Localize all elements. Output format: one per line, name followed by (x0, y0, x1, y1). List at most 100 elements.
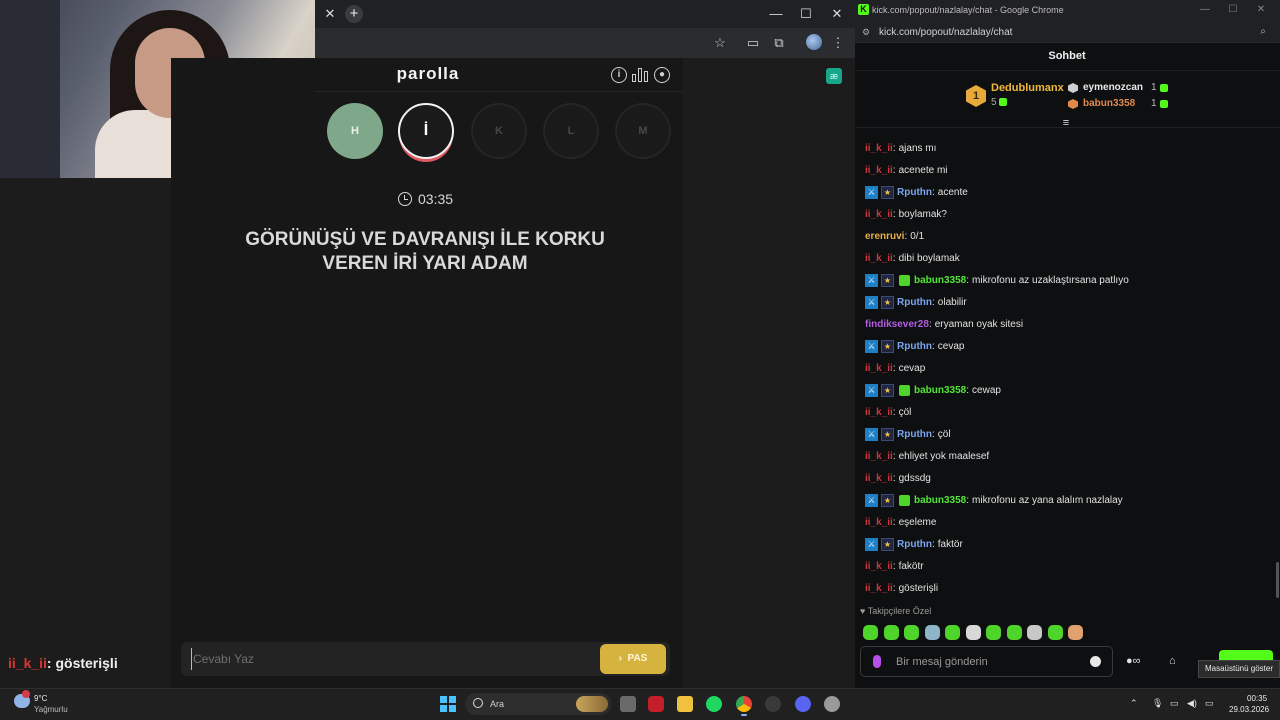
show-desktop-tooltip: Masaüstünü göster (1198, 660, 1280, 678)
chat-username[interactable]: ii_k_ii (865, 561, 893, 572)
new-tab-button[interactable]: + (345, 5, 363, 23)
weather-temperature[interactable]: 9°C (34, 694, 47, 703)
leaderboard-second-name[interactable]: eymenozcan (1083, 82, 1143, 93)
network-icon[interactable]: ▭ (1170, 698, 1179, 709)
chat-username[interactable]: Rputhn (897, 539, 932, 550)
chat-username[interactable]: Rputhn (897, 297, 932, 308)
clock-date[interactable]: 29.03.2026 (1229, 705, 1269, 714)
chat-username[interactable]: ii_k_ii (865, 407, 893, 418)
leaderboard-first-name[interactable]: Dedublumanx (991, 82, 1064, 94)
chat-username[interactable]: erenruvi (865, 231, 904, 242)
microphone-icon[interactable]: 🎙 (1152, 698, 1163, 709)
chat-username[interactable]: babun3358 (914, 495, 966, 506)
chat-minimize-icon[interactable]: — (1198, 3, 1212, 17)
chat-url[interactable]: kick.com/popout/nazlalay/chat (879, 27, 1012, 38)
chat-username[interactable]: ii_k_ii (865, 143, 893, 154)
tray-overflow-icon[interactable]: ⌃ (1130, 698, 1138, 709)
chrome-icon[interactable] (736, 696, 752, 712)
weather-description[interactable]: Yağmurlu (34, 705, 68, 714)
info-icon[interactable]: i (611, 67, 627, 83)
rewards-icon[interactable]: ●∞ (1126, 655, 1141, 668)
emote-icon[interactable] (945, 625, 960, 640)
close-tab-icon[interactable]: ✕ (322, 6, 338, 22)
chat-username[interactable]: Rputhn (897, 429, 932, 440)
pass-button[interactable]: › PAS (600, 644, 666, 674)
chat-maximize-icon[interactable]: ☐ (1226, 3, 1240, 17)
emoji-icon[interactable] (1090, 656, 1101, 667)
store-icon[interactable]: ⌂ (1169, 655, 1176, 668)
profile-avatar[interactable] (806, 34, 822, 50)
chat-username[interactable]: Rputhn (897, 187, 932, 198)
extensions-icon[interactable]: ⧉ (770, 34, 788, 52)
chat-username[interactable]: Rputhn (897, 341, 932, 352)
spotify-icon[interactable] (706, 696, 722, 712)
chat-username[interactable]: ii_k_ii (865, 473, 893, 484)
chat-username[interactable]: ii_k_ii (865, 165, 893, 176)
settings-icon[interactable] (824, 696, 840, 712)
vip-star-badge-icon: ★ (881, 185, 894, 199)
github-icon[interactable] (765, 696, 781, 712)
translate-icon[interactable]: ▭ (744, 34, 762, 52)
minimize-icon[interactable]: — (767, 5, 785, 23)
answer-input[interactable] (191, 648, 591, 670)
question-line-2: VEREN İRİ YARI ADAM (322, 253, 528, 274)
chat-badge-icon[interactable] (873, 655, 881, 668)
file-explorer-icon[interactable] (677, 696, 693, 712)
chat-username[interactable]: ii_k_ii (865, 583, 893, 594)
chat-username[interactable]: ii_k_ii (865, 451, 893, 462)
chat-separator: : (966, 494, 970, 506)
game-side-area (683, 58, 855, 688)
discord-icon[interactable] (795, 696, 811, 712)
emote-icon[interactable] (986, 625, 1001, 640)
moderator-badge-icon: ⚔ (865, 339, 878, 353)
proton-vpn-icon[interactable] (648, 696, 664, 712)
stats-icon[interactable] (632, 68, 648, 82)
volume-icon[interactable]: ◀) (1187, 698, 1197, 709)
chat-username[interactable]: ii_k_ii (865, 253, 893, 264)
chat-message: ii_k_ii: fakötr (865, 558, 924, 574)
emote-icon[interactable] (924, 625, 940, 640)
moderator-badge-icon: ⚔ (865, 537, 878, 551)
chat-message: ii_k_ii: boylamak? (865, 206, 947, 222)
leaderboard-third-name[interactable]: babun3358 (1083, 98, 1135, 109)
profile-icon[interactable]: ● (654, 67, 670, 83)
taskbar-search-placeholder[interactable]: Ara (490, 699, 504, 709)
chat-message-text: gösterişli (898, 582, 939, 594)
chat-username[interactable]: ii_k_ii (865, 363, 893, 374)
emote-icon[interactable] (904, 625, 919, 640)
extension-icon[interactable]: æ (826, 68, 842, 84)
chat-close-icon[interactable]: ✕ (1254, 3, 1268, 17)
emote-icon[interactable] (1006, 625, 1022, 640)
battery-icon[interactable]: ▭ (1205, 698, 1214, 709)
emote-icon[interactable] (1068, 625, 1083, 640)
chat-message-input[interactable] (896, 654, 1086, 670)
task-view-icon[interactable] (620, 696, 636, 712)
chat-separator: : (932, 428, 935, 440)
emote-icon[interactable] (863, 625, 878, 640)
chat-username[interactable]: babun3358 (914, 275, 966, 286)
chat-username[interactable]: ii_k_ii (865, 209, 893, 220)
maximize-icon[interactable]: ☐ (797, 5, 815, 23)
gift-icon (1160, 84, 1168, 92)
leaderboard-first-count: 5 (991, 97, 1008, 108)
bookmark-star-icon[interactable]: ☆ (711, 34, 729, 52)
emote-icon[interactable] (965, 625, 981, 640)
chat-username[interactable]: findiksever28 (865, 319, 929, 330)
close-window-icon[interactable]: ✕ (828, 5, 846, 23)
search-highlight-image[interactable] (576, 696, 608, 712)
chat-username[interactable]: babun3358 (914, 385, 966, 396)
site-settings-icon[interactable]: ⚙ (860, 26, 872, 38)
chat-scrollbar[interactable] (1276, 562, 1279, 598)
clock-time[interactable]: 00:35 (1247, 694, 1267, 703)
chat-message: ⚔ ★ Rputhn: faktör (865, 536, 963, 552)
emote-icon[interactable] (1027, 625, 1042, 640)
gift-icon (1160, 100, 1168, 108)
windows-start-icon[interactable] (440, 696, 456, 712)
weather-icon[interactable] (14, 690, 30, 708)
emote-icon[interactable] (1047, 625, 1063, 640)
emote-icon[interactable] (883, 625, 899, 640)
chat-username[interactable]: ii_k_ii (865, 517, 893, 528)
menu-dots-icon[interactable]: ⋮ (829, 34, 847, 52)
zoom-icon[interactable]: ⌕ (1257, 26, 1269, 38)
chat-message: ii_k_ii: gösterişli (865, 580, 938, 596)
